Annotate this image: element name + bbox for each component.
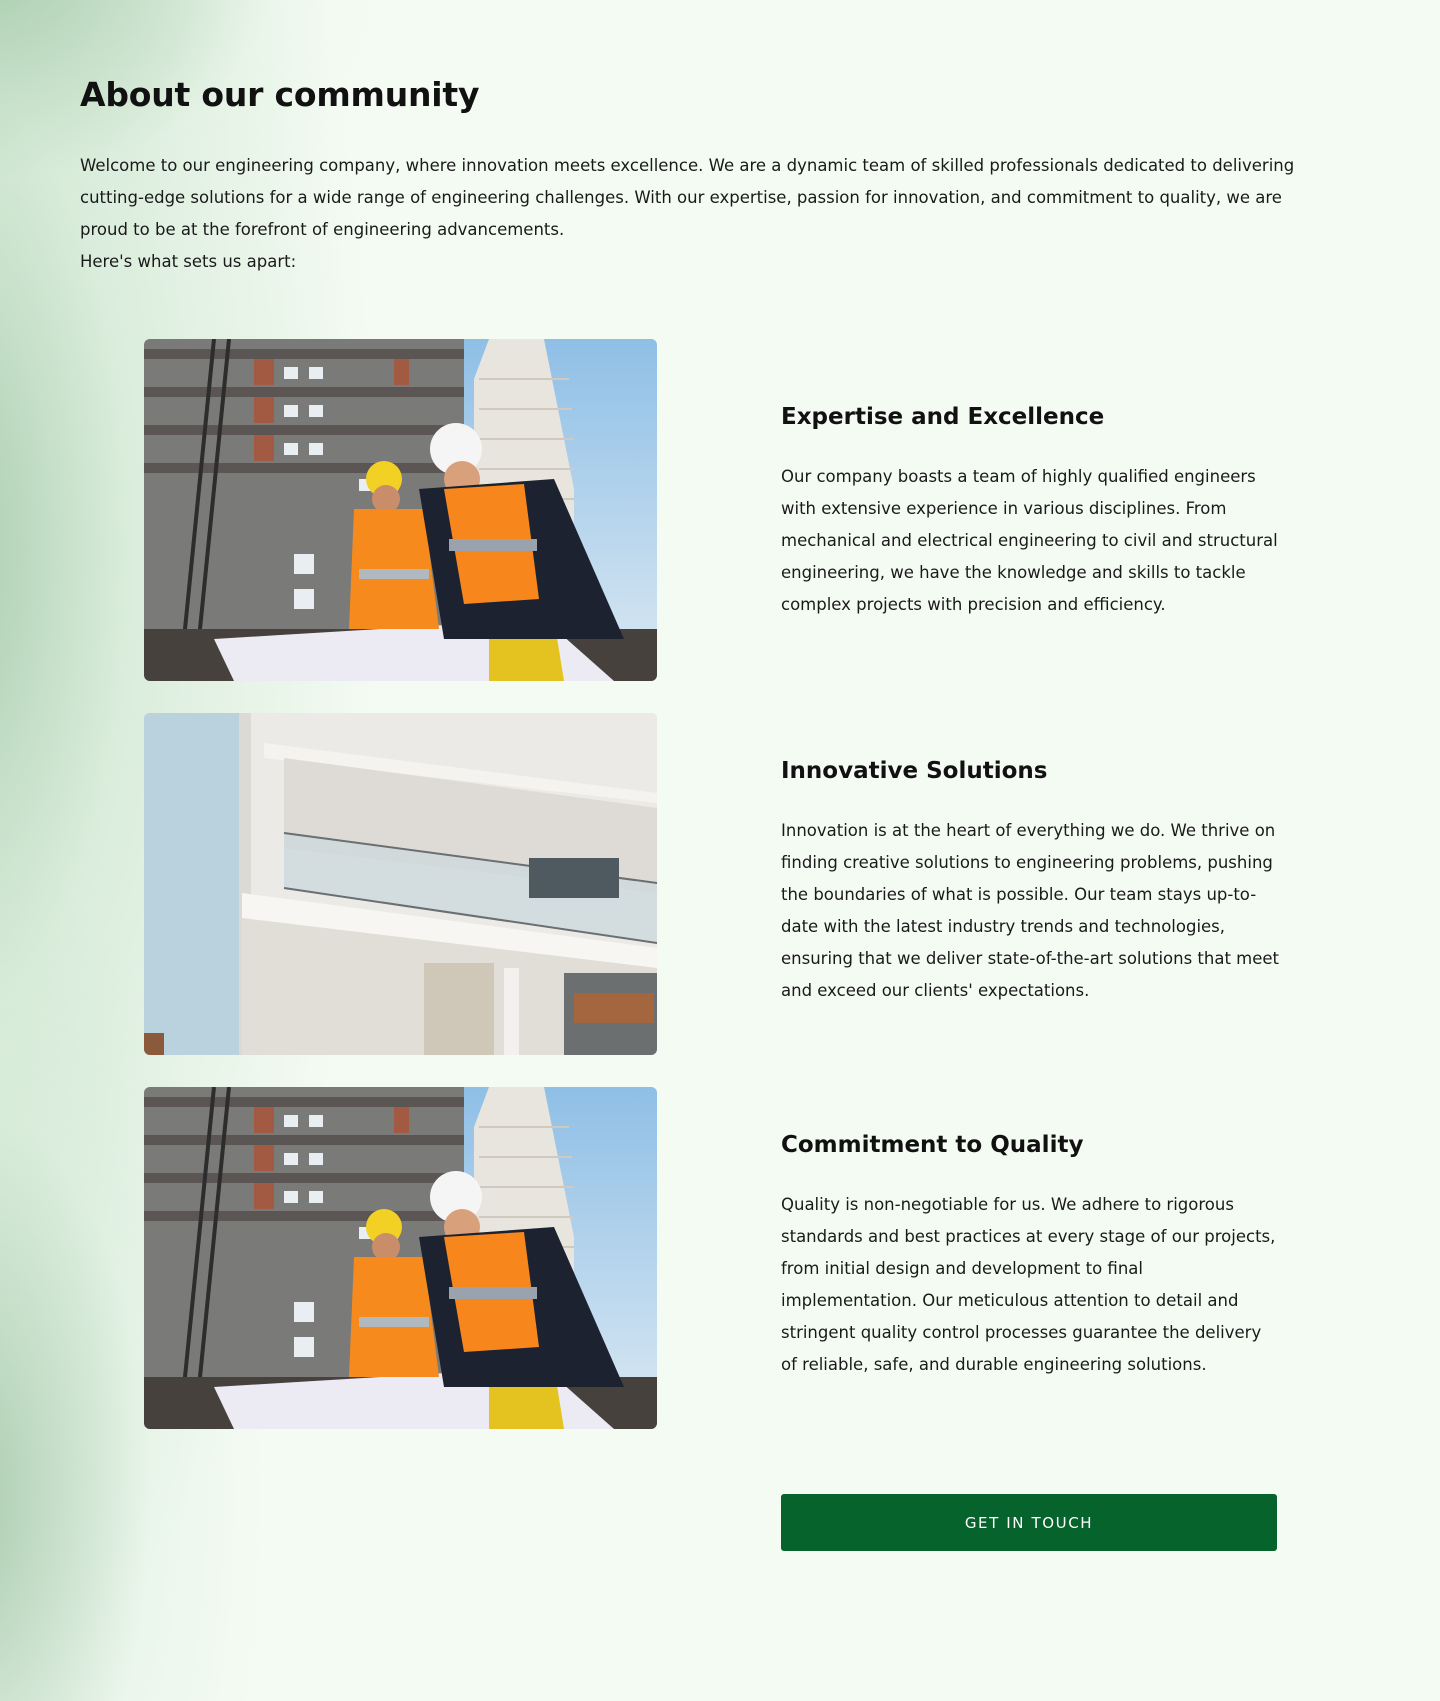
- get-in-touch-button[interactable]: GET IN TOUCH: [781, 1494, 1277, 1551]
- engineers-photo: [144, 339, 657, 681]
- intro-text: Welcome to our engineering company, wher…: [80, 150, 1320, 278]
- building-photo: [144, 713, 657, 1055]
- feature-body: Our company boasts a team of highly qual…: [781, 467, 1278, 614]
- features-list: Expertise and Excellence Our company boa…: [144, 339, 1279, 1429]
- intro-lead-in: Here's what sets us apart:: [80, 252, 297, 271]
- feature-row: Innovative Solutions Innovation is at th…: [144, 713, 1279, 1055]
- feature-row: Commitment to Quality Quality is non-neg…: [144, 1087, 1275, 1429]
- intro-paragraph: Welcome to our engineering company, wher…: [80, 156, 1295, 239]
- feature-body: Quality is non-negotiable for us. We adh…: [781, 1195, 1276, 1374]
- feature-text: Commitment to Quality Quality is non-neg…: [781, 1129, 1281, 1381]
- feature-heading: Expertise and Excellence: [781, 404, 1105, 430]
- engineers-photo: [144, 1087, 657, 1429]
- about-section: About our community Welcome to our engin…: [80, 72, 1320, 1429]
- page-title: About our community: [80, 75, 480, 114]
- feature-text: Expertise and Excellence Our company boa…: [781, 401, 1281, 621]
- feature-heading: Commitment to Quality: [781, 1132, 1084, 1158]
- feature-heading: Innovative Solutions: [781, 758, 1048, 784]
- engineers-photo-graphic: [144, 339, 657, 681]
- building-photo-graphic: [144, 713, 657, 1055]
- feature-row: Expertise and Excellence Our company boa…: [144, 339, 1278, 681]
- feature-text: Innovative Solutions Innovation is at th…: [781, 755, 1281, 1007]
- engineers-photo-graphic: [144, 1087, 657, 1429]
- feature-body: Innovation is at the heart of everything…: [781, 821, 1280, 1000]
